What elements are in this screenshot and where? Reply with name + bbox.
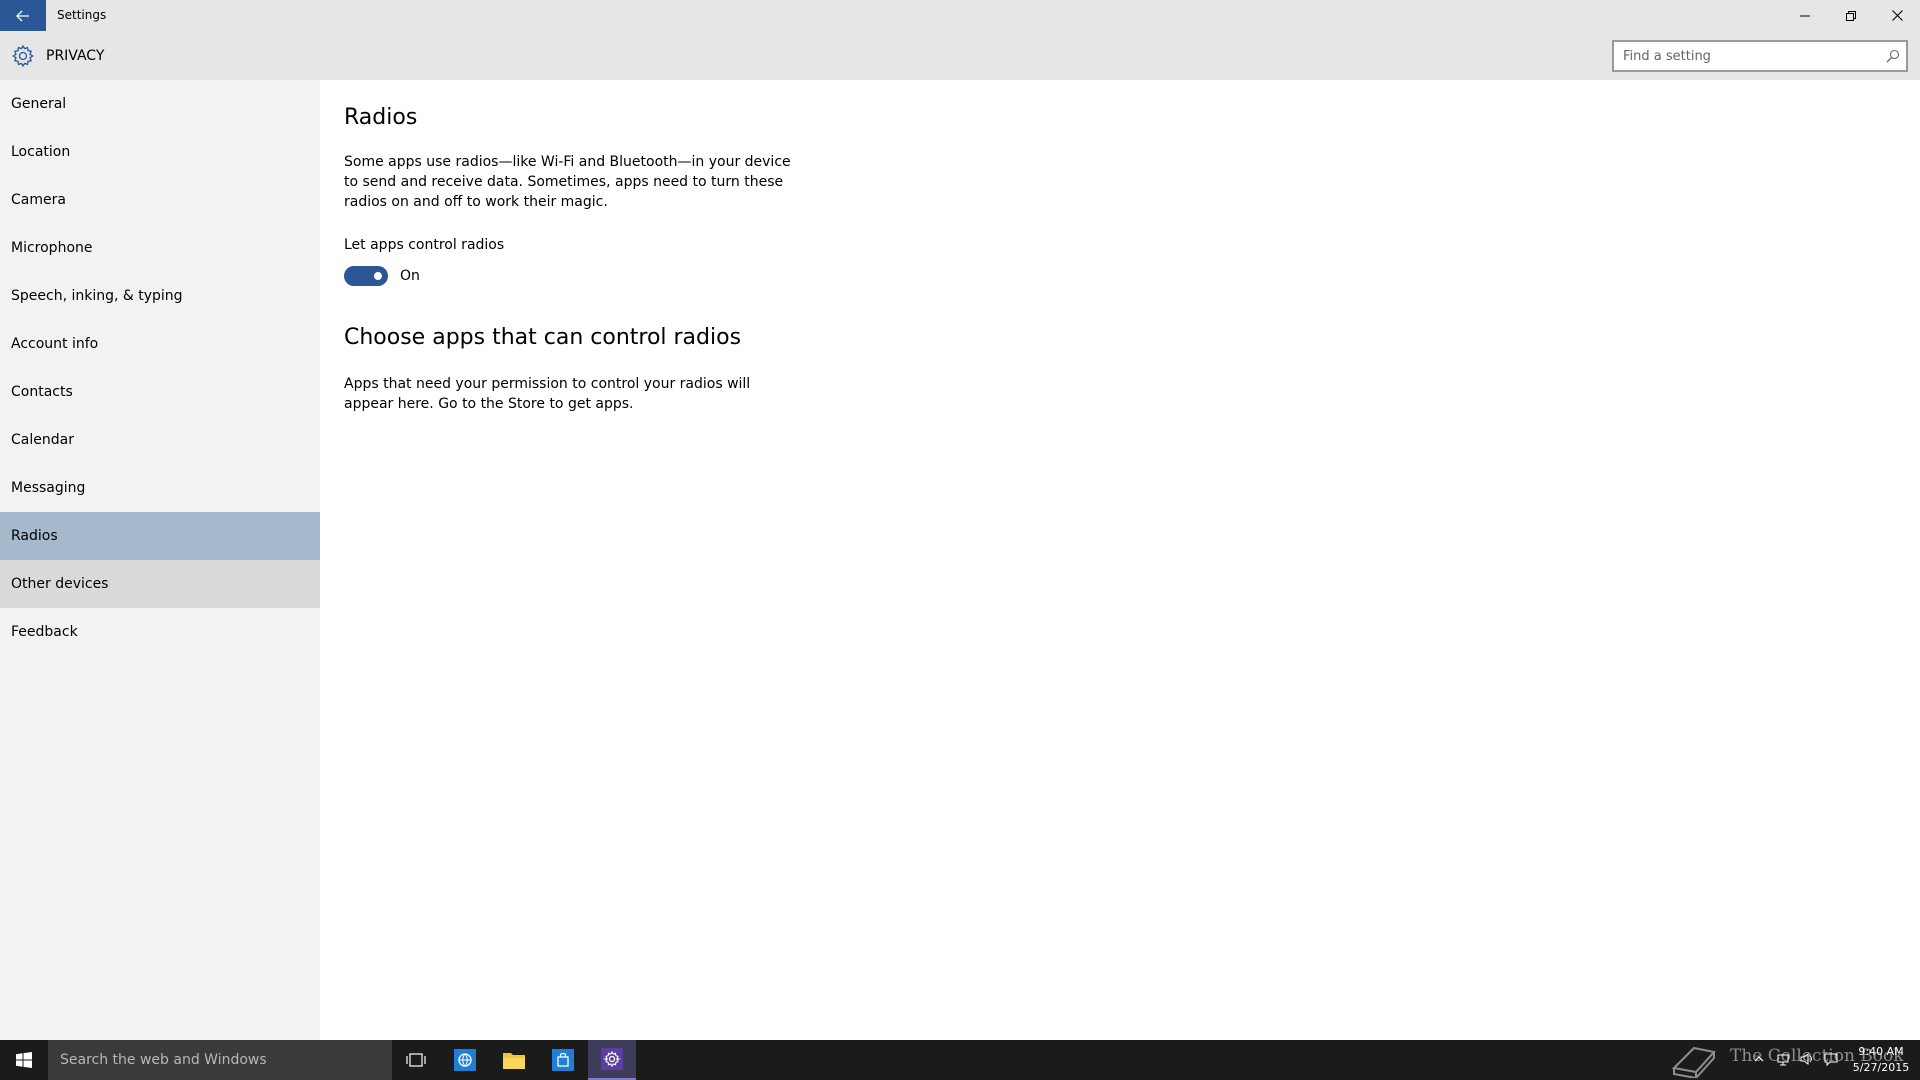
toggle-state-label: On	[400, 268, 420, 284]
close-icon	[1891, 10, 1903, 21]
sidebar-item-speech[interactable]: Speech, inking, & typing	[0, 272, 320, 320]
task-view-icon	[406, 1053, 426, 1067]
settings-taskbar-button[interactable]	[588, 1040, 636, 1080]
find-setting-box[interactable]	[1612, 40, 1908, 72]
start-button[interactable]	[0, 1040, 48, 1080]
browser-icon	[454, 1049, 476, 1071]
gear-icon	[12, 44, 34, 68]
back-button[interactable]	[0, 0, 46, 31]
book-logo-icon	[1671, 1046, 1716, 1078]
clock-time: 9:40 AM	[1858, 1045, 1904, 1058]
sidebar-item-microphone[interactable]: Microphone	[0, 224, 320, 272]
toggle-label: Let apps control radios	[344, 237, 505, 253]
sidebar-item-general[interactable]: General	[0, 80, 320, 128]
sidebar: General Location Camera Microphone Speec…	[0, 80, 320, 1040]
browser-button[interactable]	[441, 1040, 489, 1080]
toggle-knob	[374, 272, 382, 280]
taskbar-search[interactable]: Search the web and Windows	[48, 1040, 392, 1080]
store-button[interactable]	[539, 1040, 587, 1080]
sidebar-item-camera[interactable]: Camera	[0, 176, 320, 224]
clock[interactable]: 9:40 AM 5/27/2015	[1850, 1044, 1912, 1076]
sidebar-item-contacts[interactable]: Contacts	[0, 368, 320, 416]
chevron-up-icon[interactable]	[1752, 1052, 1766, 1066]
minimize-button[interactable]	[1782, 0, 1828, 31]
choose-apps-heading: Choose apps that can control radios	[344, 325, 742, 350]
settings-gear-icon	[601, 1048, 623, 1070]
sidebar-item-radios[interactable]: Radios	[0, 512, 320, 560]
minimize-icon	[1800, 15, 1810, 16]
page-title: PRIVACY	[46, 48, 105, 64]
sidebar-item-feedback[interactable]: Feedback	[0, 608, 320, 656]
sidebar-item-account-info[interactable]: Account info	[0, 320, 320, 368]
sidebar-item-messaging[interactable]: Messaging	[0, 464, 320, 512]
windows-logo-icon	[16, 1052, 32, 1068]
restore-icon	[1846, 10, 1856, 21]
notifications-icon[interactable]	[1824, 1052, 1838, 1066]
back-arrow-icon	[16, 10, 29, 21]
sidebar-item-calendar[interactable]: Calendar	[0, 416, 320, 464]
title-bar: Settings	[0, 0, 1920, 31]
store-icon	[552, 1049, 574, 1071]
find-setting-input[interactable]	[1614, 42, 1874, 70]
search-icon[interactable]	[1886, 49, 1900, 63]
sidebar-item-location[interactable]: Location	[0, 128, 320, 176]
file-explorer-button[interactable]	[490, 1040, 538, 1080]
section-heading: Radios	[344, 105, 418, 130]
network-icon[interactable]	[1776, 1052, 1790, 1066]
system-tray	[1752, 1052, 1838, 1066]
settings-header: PRIVACY	[0, 31, 1920, 80]
clock-date: 5/27/2015	[1852, 1061, 1910, 1074]
window-title: Settings	[57, 8, 107, 22]
volume-icon[interactable]	[1800, 1052, 1814, 1066]
sidebar-item-other-devices[interactable]: Other devices	[0, 560, 320, 608]
radios-toggle[interactable]	[344, 266, 388, 286]
task-view-button[interactable]	[392, 1040, 440, 1080]
folder-icon	[503, 1053, 525, 1069]
restore-button[interactable]	[1828, 0, 1874, 31]
window-controls	[1782, 0, 1920, 31]
taskbar: Search the web and Windows The Collectio…	[0, 1040, 1920, 1080]
close-button[interactable]	[1874, 0, 1920, 31]
radios-description: Some apps use radios—like Wi-Fi and Blue…	[344, 154, 791, 210]
choose-apps-description: Apps that need your permission to contro…	[344, 376, 751, 412]
